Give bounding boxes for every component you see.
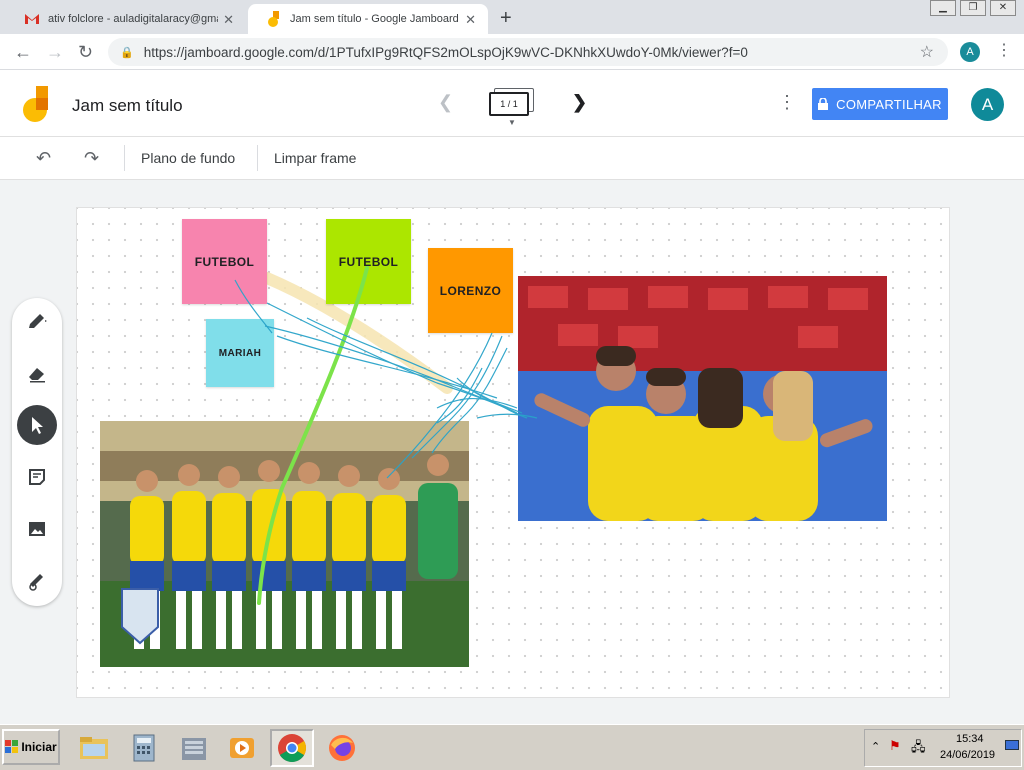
browser-menu-icon[interactable]: ⋮ [996,40,1012,60]
restore-button[interactable]: ❐ [960,0,986,16]
security-alert-icon[interactable]: ⚑ [889,738,901,754]
start-button[interactable]: Iniciar [2,729,60,765]
start-label: Iniciar [21,740,57,754]
jamboard-header: Jam sem título ❮ 1 / 1 ▼ ❯ ⋮ COMPARTILHA… [0,70,1024,137]
eraser-tool[interactable] [17,353,57,393]
clock-date: 24/06/2019 [940,749,996,761]
divider [257,145,258,171]
jam-canvas[interactable]: FUTEBOL FUTEBOL LORENZO MARIAH [76,207,950,698]
image-icon [29,522,45,536]
edit-toolbar: ↶ ↷ Plano de fundo Limpar frame [0,137,1024,180]
url-text: https://jamboard.google.com/d/1PTufxIPg9… [143,44,748,60]
background-button[interactable]: Plano de fundo [141,150,235,166]
tab-label: Jam sem título - Google Jamboard [290,13,459,25]
laser-tool[interactable] [17,561,57,601]
tab-label: ativ folclore - auladigitalaracy@gmail [48,13,218,25]
lock-icon: 🔒 [120,46,134,59]
back-icon[interactable]: ← [14,42,32,63]
select-tool[interactable] [17,405,57,445]
file-explorer-icon[interactable] [72,729,116,767]
jamboard-icon [266,11,282,27]
windows-logo-icon [5,740,19,753]
chevron-down-icon: ▼ [508,118,516,127]
close-icon[interactable]: ✕ [223,12,234,28]
share-label: COMPARTILHAR [836,96,942,112]
gmail-icon [24,11,40,27]
media-player-icon[interactable] [220,729,264,767]
forward-icon[interactable]: → [46,42,64,63]
chrome-icon[interactable] [270,729,314,767]
close-window-button[interactable]: ✕ [990,0,1016,16]
clock-time: 15:34 [956,733,984,745]
share-button[interactable]: COMPARTILHAR [812,88,948,120]
sticky-note-tool[interactable] [17,457,57,497]
undo-icon[interactable]: ↶ [36,148,51,169]
eraser-icon [29,368,45,383]
more-options-icon[interactable]: ⋮ [778,92,796,113]
star-icon[interactable]: ☆ [920,42,934,62]
archive-icon[interactable] [172,729,216,767]
divider [124,145,125,171]
screen: ativ folclore - auladigitalaracy@gmail ✕… [0,0,1024,770]
chevron-up-icon[interactable]: ⌃ [871,740,880,753]
sticky-note-icon [29,469,45,485]
page-title[interactable]: Jam sem título [72,96,183,116]
pen-icon [29,314,47,328]
address-bar-row: ← → ↻ 🔒 https://jamboard.google.com/d/1P… [0,34,1024,70]
tab-gmail[interactable]: ativ folclore - auladigitalaracy@gmail ✕ [6,4,246,34]
system-tray: ⌃ ⚑ 🖧 [864,729,1022,767]
jamboard-logo [22,86,52,122]
browser-profile-avatar[interactable]: A [960,42,980,62]
lock-icon [818,98,829,110]
tab-jamboard[interactable]: Jam sem título - Google Jamboard ✕ [248,4,488,34]
image-tool[interactable] [17,509,57,549]
network-icon[interactable]: 🖧 [911,738,926,760]
window-controls: ▁ ❐ ✕ [930,0,1016,16]
clear-frame-button[interactable]: Limpar frame [274,150,356,166]
reload-icon[interactable]: ↻ [78,42,93,63]
show-desktop-icon[interactable] [1005,740,1019,750]
minimize-button[interactable]: ▁ [930,0,956,16]
pen-strokes [234,266,538,605]
frame-indicator[interactable]: 1 / 1 [489,92,529,116]
cursor-icon [32,417,43,434]
pen-tool[interactable] [17,301,57,341]
next-frame-icon[interactable]: ❯ [572,92,587,113]
close-icon[interactable]: ✕ [465,12,476,28]
browser-tab-strip: ativ folclore - auladigitalaracy@gmail ✕… [0,0,1024,34]
tool-palette [12,298,62,606]
url-field[interactable]: 🔒 https://jamboard.google.com/d/1PTufxIP… [108,38,948,66]
firefox-icon[interactable] [320,729,364,767]
redo-icon[interactable]: ↷ [84,148,99,169]
taskbar: Iniciar ⌃ ⚑ 🖧 15:34 24/06/2019 [0,724,1024,770]
calculator-icon[interactable] [122,729,166,767]
new-tab-button[interactable]: + [500,7,512,30]
avatar[interactable]: A [971,88,1004,121]
laser-icon [29,574,43,591]
previous-frame-icon[interactable]: ❮ [438,92,453,113]
